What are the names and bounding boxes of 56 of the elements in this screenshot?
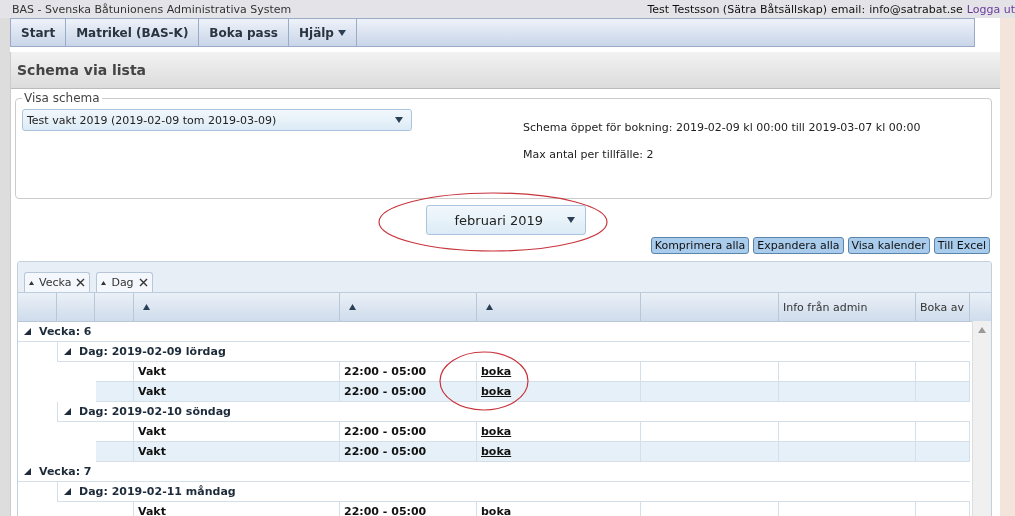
action-button[interactable]: Expandera alla	[753, 237, 844, 254]
menu-item[interactable]: Hjälp	[289, 19, 357, 46]
column-header[interactable]: Boka av	[916, 293, 970, 321]
table-cell: Vakt	[138, 385, 166, 398]
book-link[interactable]: boka	[481, 385, 512, 398]
group-label: Vecka: 6	[39, 325, 92, 338]
info-text: Max antal per tillfälle: 2	[523, 148, 655, 161]
table-cell: 22:00 - 05:00	[344, 445, 427, 458]
collapse-icon[interactable]	[24, 328, 31, 335]
book-link[interactable]: boka	[481, 425, 512, 438]
user-name: Test Testsson (Sätra Båtsällskap)	[647, 2, 828, 16]
book-link[interactable]: boka	[481, 365, 512, 378]
month-select[interactable]: februari 2019	[425, 205, 586, 235]
book-link[interactable]: boka	[481, 445, 512, 458]
user-email: info@satrabat.se	[869, 2, 963, 16]
menu-item[interactable]: Matrikel (BAS-K)	[66, 19, 200, 46]
group-label: Dag: 2019-02-09 lördag	[79, 345, 226, 358]
page-title: Schema via lista	[17, 62, 147, 78]
table-cell: Vakt	[138, 445, 166, 458]
dropdown-caret-icon	[337, 29, 346, 36]
action-button[interactable]: Till Excel	[933, 237, 990, 254]
group-label: Dag: 2019-02-10 söndag	[79, 405, 231, 418]
schedule-select[interactable]: Test vakt 2019 (2019-02-09 tom 2019-03-09)	[22, 109, 412, 131]
group-chip[interactable]: Dag	[96, 272, 153, 292]
sort-icon	[101, 280, 107, 285]
column-header[interactable]: Info från admin	[779, 293, 916, 321]
menu-item[interactable]: Start	[11, 19, 67, 46]
group-chip[interactable]: Vecka	[24, 272, 91, 292]
action-button[interactable]: Visa kalender	[847, 237, 930, 254]
email-label: email:	[831, 2, 866, 16]
table-cell: 22:00 - 05:00	[344, 425, 427, 438]
collapse-icon[interactable]	[24, 468, 31, 475]
info-text: Schema öppet för bokning: 2019-02-09 kl 00:00 till 2019-03-07 kl 00:00	[523, 121, 922, 134]
table-cell: Vakt	[138, 365, 166, 378]
close-icon[interactable]	[76, 278, 86, 287]
close-icon[interactable]	[138, 278, 148, 287]
collapse-icon[interactable]	[64, 408, 71, 415]
app-title: BAS - Svenska Båtunionens Administrativa System	[12, 2, 292, 16]
table-cell: Vakt	[138, 425, 166, 438]
book-link[interactable]: boka	[481, 505, 512, 516]
group-label: Vecka: 7	[39, 465, 92, 478]
caret-icon	[566, 217, 575, 223]
collapse-icon[interactable]	[64, 348, 71, 355]
table-cell: 22:00 - 05:00	[344, 365, 427, 378]
group-label: Dag: 2019-02-11 måndag	[79, 485, 236, 498]
table-cell: 22:00 - 05:00	[344, 385, 427, 398]
scrollbar[interactable]	[972, 321, 991, 516]
table-cell: 22:00 - 05:00	[344, 505, 427, 516]
menu-item[interactable]: Boka pass	[199, 19, 289, 46]
table-cell: Vakt	[138, 505, 166, 516]
panel-legend: Visa schema	[22, 91, 102, 105]
logout-link[interactable]: Logga ut	[966, 2, 1015, 16]
collapse-icon[interactable]	[64, 488, 71, 495]
action-button[interactable]: Komprimera alla	[650, 237, 750, 254]
caret-icon	[395, 117, 403, 123]
sort-icon	[29, 280, 34, 285]
